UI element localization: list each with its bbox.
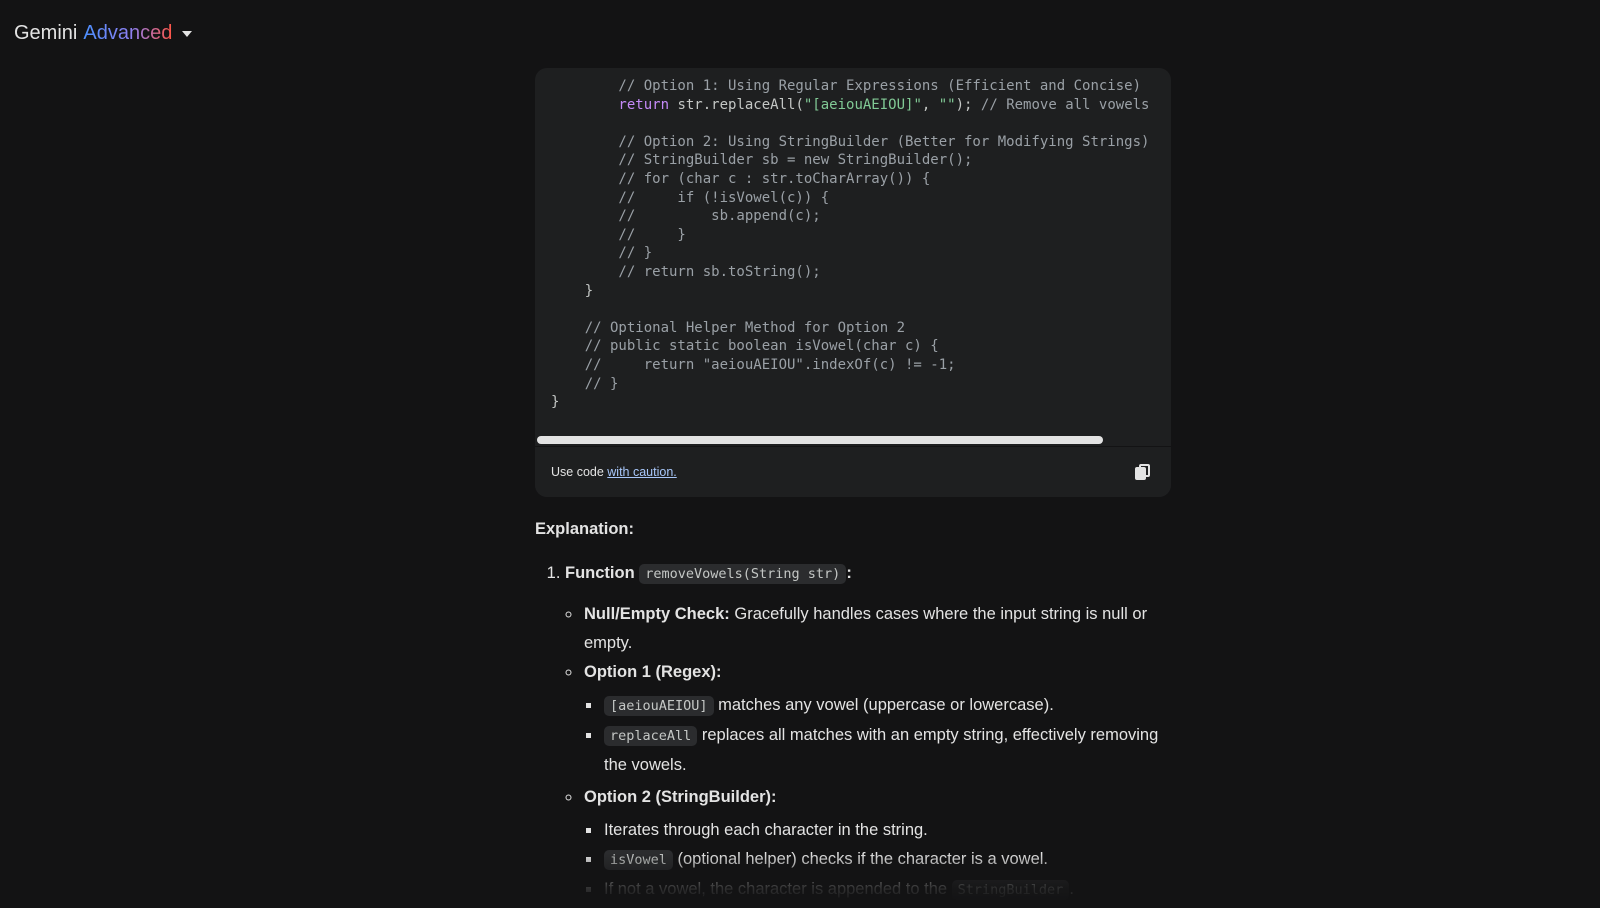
code-line: // return sb.toString(); (551, 263, 821, 280)
list-item-option1: Option 1 (Regex): [aeiouAEIOU] matches a… (582, 658, 1171, 780)
bullet-list: Null/Empty Check: Gracefully handles cas… (565, 600, 1171, 905)
list-item-function: Function removeVowels(String str): Null/… (565, 561, 1171, 905)
item-bold: Function (565, 563, 635, 582)
brand-name: Gemini (14, 21, 78, 44)
list-item: [aeiouAEIOU] matches any vowel (uppercas… (602, 691, 1171, 721)
explanation-section: Explanation: Function removeVowels(Strin… (535, 517, 1171, 905)
item-text: If not a vowel, the character is appende… (604, 879, 952, 898)
caution-note: Use code with caution. (551, 465, 677, 479)
code-line: } (551, 282, 594, 299)
numbered-list: Function removeVowels(String str): Null/… (535, 561, 1171, 905)
caution-prefix: Use code (551, 464, 608, 479)
code-scroll-area[interactable]: // Option 1: Using Regular Expressions (… (535, 68, 1171, 446)
code-line: // Option 2: Using StringBuilder (Better… (551, 133, 1150, 150)
code-footer: Use code with caution. (535, 445, 1171, 497)
copy-icon[interactable] (1133, 462, 1153, 482)
inline-code: isVowel (604, 849, 673, 870)
sub-bullet-list: Iterates through each character in the s… (584, 816, 1171, 905)
code-line: // } (551, 226, 686, 243)
brand-tier: Advanced (83, 21, 173, 44)
code-line: // public static boolean isVowel(char c)… (551, 338, 939, 355)
item-bold: Option 2 (StringBuilder): (584, 787, 777, 806)
list-item-option2: Option 2 (StringBuilder): Iterates throu… (582, 783, 1171, 905)
item-suffix: . (1069, 879, 1074, 898)
inline-code: removeVowels(String str) (639, 563, 847, 584)
item-text: (optional helper) checks if the characte… (672, 849, 1048, 868)
code-line: // Optional Helper Method for Option 2 (551, 319, 906, 336)
item-text: Iterates through each character in the s… (604, 820, 928, 839)
list-item: If not a vowel, the character is appende… (602, 875, 1171, 905)
list-item: isVowel (optional helper) checks if the … (602, 845, 1171, 875)
horizontal-scrollbar[interactable] (535, 434, 1171, 446)
code-line: // Option 1: Using Regular Expressions (… (551, 78, 1142, 94)
code-line: return str.replaceAll("[aeiouAEIOU]", ""… (551, 96, 1150, 113)
inline-code: replaceAll (604, 725, 698, 746)
list-item-null-check: Null/Empty Check: Gracefully handles cas… (582, 600, 1171, 658)
code-line: // } (551, 245, 653, 262)
item-bold: Option 1 (Regex): (584, 662, 722, 681)
item-text: matches any vowel (uppercase or lowercas… (713, 695, 1054, 714)
code-line: // } (551, 375, 619, 392)
inline-code: StringBuilder (951, 879, 1070, 900)
code-line: } (551, 394, 560, 411)
response-content: // Option 1: Using Regular Expressions (… (535, 68, 1171, 908)
code-line: // sb.append(c); (551, 208, 821, 225)
code-line: // StringBuilder sb = new StringBuilder(… (551, 152, 973, 169)
model-selector[interactable]: Gemini Advanced (14, 18, 193, 48)
code-line: // for (char c : str.toCharArray()) { (551, 170, 931, 187)
caret-down-icon[interactable] (182, 31, 193, 37)
code-block: // Option 1: Using Regular Expressions (… (535, 68, 1171, 497)
scrollbar-thumb[interactable] (537, 435, 1103, 444)
code-line: // if (!isVowel(c)) { (551, 189, 830, 206)
sub-bullet-list: [aeiouAEIOU] matches any vowel (uppercas… (584, 691, 1171, 780)
item-suffix: : (846, 563, 852, 582)
list-item: Iterates through each character in the s… (602, 816, 1171, 845)
list-item: replaceAll replaces all matches with an … (602, 721, 1171, 780)
inline-code: [aeiouAEIOU] (604, 695, 714, 716)
explanation-heading: Explanation: (535, 519, 635, 538)
code-line: // return "aeiouAEIOU".indexOf(c) != -1; (551, 356, 956, 373)
caution-link[interactable]: with caution. (607, 465, 676, 479)
item-bold: Null/Empty Check: (584, 604, 730, 623)
code-text: // Option 1: Using Regular Expressions (… (535, 68, 1171, 434)
